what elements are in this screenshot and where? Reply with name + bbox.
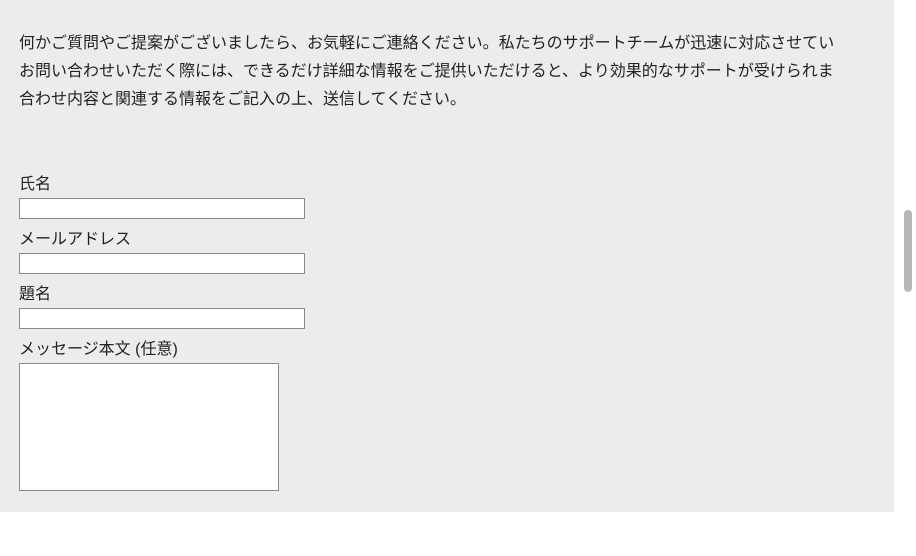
field-message: メッセージ本文 (任意) bbox=[19, 335, 894, 496]
field-email: メールアドレス bbox=[19, 225, 894, 274]
subject-input[interactable] bbox=[19, 308, 305, 329]
message-textarea[interactable] bbox=[19, 363, 279, 491]
email-input[interactable] bbox=[19, 253, 305, 274]
scrollbar-thumb[interactable] bbox=[904, 210, 912, 292]
name-label: 氏名 bbox=[19, 170, 894, 194]
scrollbar-track[interactable] bbox=[901, 0, 915, 556]
content-area: 何かご質問やご提案がございましたら、お気軽にご連絡ください。私たちのサポートチー… bbox=[0, 0, 894, 512]
subject-label: 題名 bbox=[19, 280, 894, 304]
email-label: メールアドレス bbox=[19, 225, 894, 249]
intro-line-1: 何かご質問やご提案がございましたら、お気軽にご連絡ください。私たちのサポートチー… bbox=[19, 30, 894, 58]
intro-line-2: お問い合わせいただく際には、できるだけ詳細な情報をご提供いただけると、より効果的… bbox=[19, 58, 894, 86]
footer-area bbox=[0, 512, 894, 556]
message-label: メッセージ本文 (任意) bbox=[19, 335, 894, 359]
field-name: 氏名 bbox=[19, 170, 894, 219]
intro-paragraph: 何かご質問やご提案がございましたら、お気軽にご連絡ください。私たちのサポートチー… bbox=[19, 30, 894, 114]
field-subject: 題名 bbox=[19, 280, 894, 329]
name-input[interactable] bbox=[19, 198, 305, 219]
footer-text bbox=[0, 546, 894, 556]
intro-line-3: 合わせ内容と関連する情報をご記入の上、送信してください。 bbox=[19, 86, 894, 114]
